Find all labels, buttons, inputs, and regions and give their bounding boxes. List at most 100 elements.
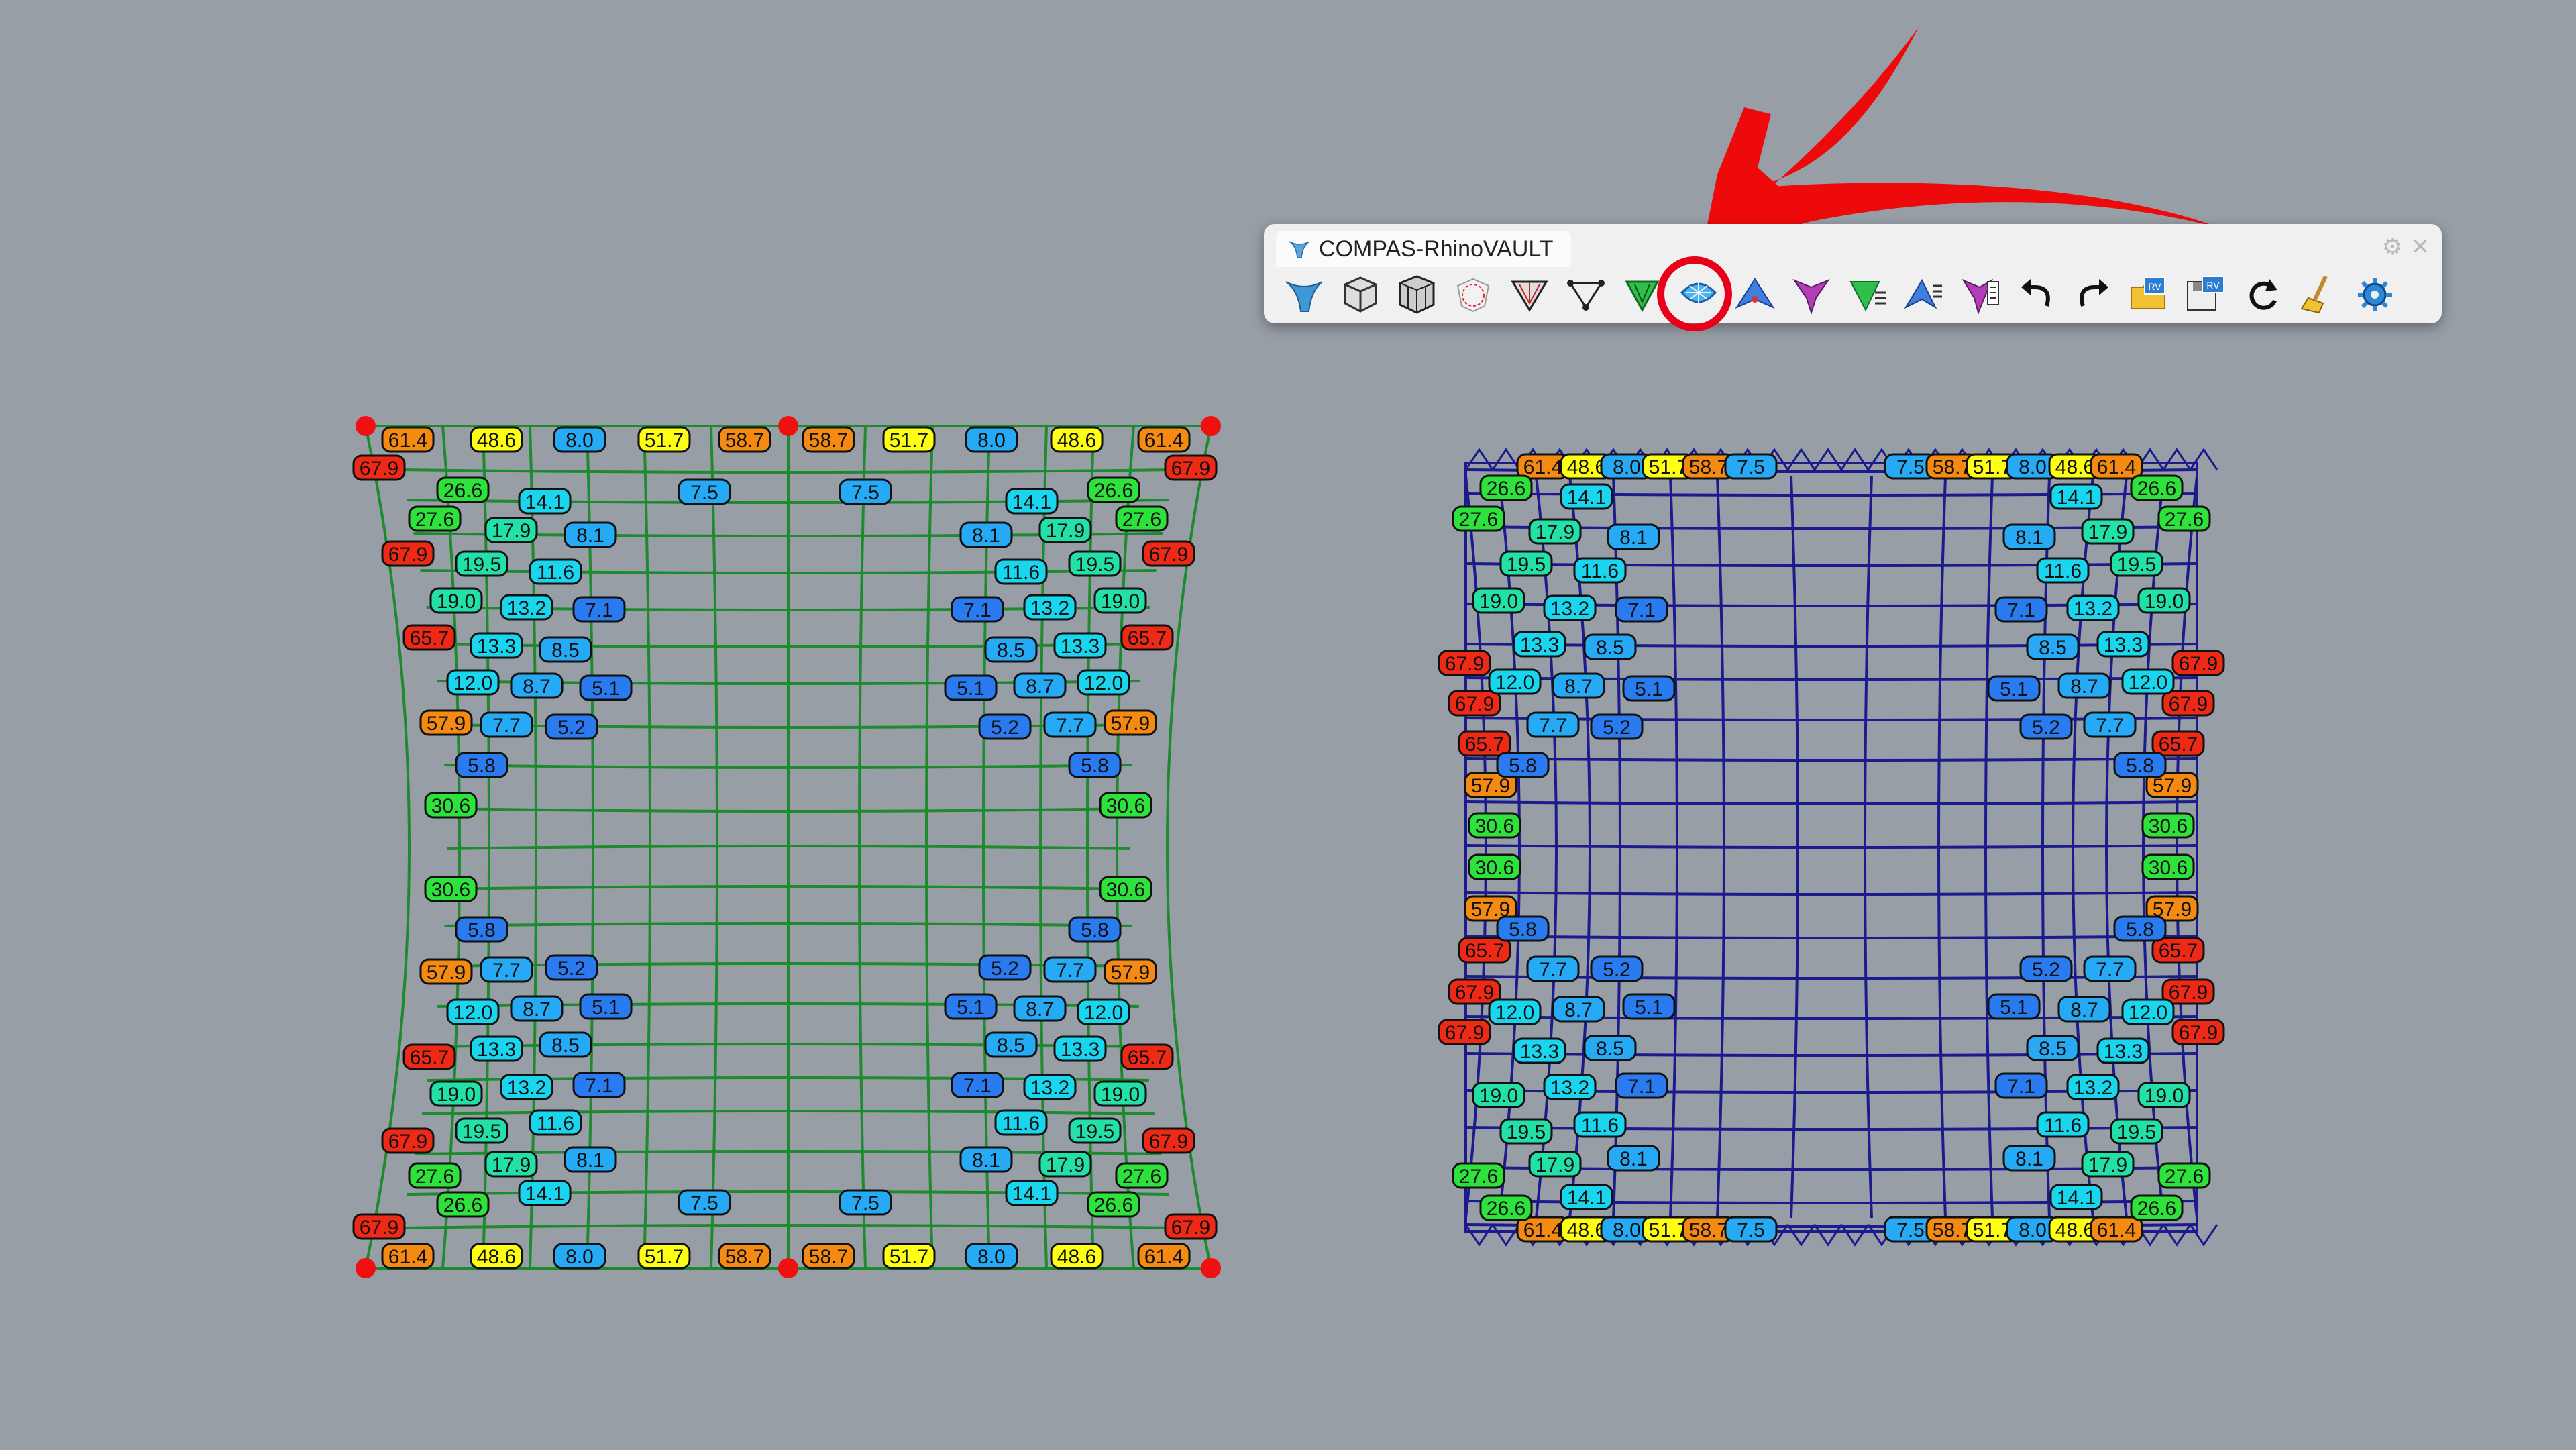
force-badge: 17.9 [484, 517, 538, 543]
force-badge: 7.7 [2083, 711, 2137, 738]
force-value: 27.6 [1459, 509, 1498, 531]
force-badge: 17.9 [2081, 1151, 2135, 1178]
force-badge: 67.9 [1448, 690, 1501, 717]
force-value: 8.5 [2039, 1038, 2067, 1060]
force-value: 8.1 [972, 525, 1000, 547]
settings-button[interactable] [2347, 270, 2403, 319]
force-value: 26.6 [443, 1194, 482, 1216]
force-value: 8.5 [1596, 637, 1624, 659]
pattern-from-surface-button[interactable] [1332, 270, 1389, 319]
rhino-viewport[interactable]: 61.4 48.6 8.0 51.7 58.7 58.7 51.7 8.0 48.6 61.461… [0, 0, 2576, 1450]
reload-button[interactable] [2234, 270, 2290, 319]
undo-button[interactable] [2008, 270, 2065, 319]
force-badge: 67.9 [381, 540, 435, 567]
force-value: 7.5 [690, 482, 718, 504]
highlight-circle [1657, 256, 1732, 331]
force-badge: 48.6 [1050, 426, 1104, 453]
force-value: 67.9 [1171, 458, 1210, 480]
pattern-box-icon [1399, 275, 1435, 314]
force-badge: 48.6 [1050, 1243, 1104, 1270]
force-value: 67.9 [2169, 693, 2208, 715]
force-value: 12.0 [453, 672, 492, 694]
force-badge: 8.7 [2057, 996, 2111, 1023]
close-icon[interactable]: ✕ [2408, 235, 2432, 259]
force-badge: 13.3 [470, 632, 523, 659]
force-value: 17.9 [1536, 1154, 1574, 1176]
thrust-edge [2189, 1224, 2218, 1247]
clear-button[interactable] [2290, 270, 2347, 319]
thrust-edge [1464, 448, 1494, 470]
force-badge: 30.6 [2141, 812, 2195, 839]
force-badge: 7.1 [1994, 596, 2048, 623]
force-badge: 11.6 [529, 558, 582, 585]
supports-button[interactable] [1558, 270, 1614, 319]
modify-form-button[interactable] [1839, 270, 1896, 319]
thrust-edge [1786, 448, 1816, 470]
support-point [1201, 416, 1221, 436]
force-value: 17.9 [2088, 1154, 2127, 1176]
force-badge: 14.1 [1005, 1180, 1059, 1206]
open-button[interactable]: RV [2121, 270, 2178, 319]
gear-icon[interactable]: ⚙ [2380, 235, 2404, 259]
force-value: 13.2 [2074, 1077, 2112, 1099]
force-value: 7.1 [585, 599, 613, 621]
horizontal-equilibrium-button[interactable] [1727, 270, 1783, 319]
force-value: 58.7 [809, 1246, 848, 1268]
force-value: 57.9 [427, 713, 466, 735]
force-value: 14.1 [525, 491, 564, 513]
force-value: 61.4 [2097, 456, 2136, 478]
toolbar-buttons: RV RV [1276, 256, 2403, 331]
force-badge: 67.9 [1438, 1019, 1491, 1045]
force-badge: 26.6 [1087, 1191, 1140, 1218]
force-value: 13.2 [507, 1077, 546, 1099]
pattern-from-mesh-button[interactable] [1389, 270, 1445, 319]
force-badge: 8.1 [959, 521, 1013, 548]
force-badge: 19.0 [429, 1080, 483, 1107]
thrust-edge [1464, 1224, 1494, 1247]
force-value: 5.2 [991, 957, 1019, 980]
force-value: 26.6 [443, 480, 482, 502]
force-value: 17.9 [1536, 521, 1574, 543]
force-value: 5.1 [592, 996, 620, 1019]
redo-button[interactable] [2065, 270, 2121, 319]
rv-init-button[interactable] [1276, 270, 1332, 319]
force-value: 67.9 [1445, 1022, 1484, 1044]
force-value: 26.6 [1487, 478, 1525, 500]
force-value: 51.7 [1973, 1219, 2012, 1241]
force-badge: 8.7 [510, 672, 564, 699]
form-diagram-button[interactable] [1501, 270, 1558, 319]
boundaries-button[interactable] [1445, 270, 1501, 319]
force-badge: 7.7 [480, 956, 533, 983]
force-value: 5.1 [2000, 678, 2028, 701]
force-value: 7.5 [1737, 456, 1765, 478]
thrust-network-button[interactable] [1657, 256, 1732, 331]
force-value: 13.2 [1550, 598, 1589, 620]
modify-thrust-button[interactable] [1952, 270, 2008, 319]
force-badge: 67.9 [2171, 650, 2225, 676]
force-badge: 8.5 [539, 1031, 592, 1058]
modify-force-button[interactable] [1896, 270, 1952, 319]
force-badge: 5.8 [1496, 752, 1550, 778]
boundary-sphere-icon [1456, 278, 1490, 313]
force-value: 7.7 [2096, 959, 2124, 981]
save-button[interactable]: RV [2178, 270, 2234, 319]
toolbar-tab[interactable]: COMPAS-RhinoVAULT [1276, 231, 1571, 267]
force-badge: 65.7 [2151, 730, 2205, 757]
force-value: 12.0 [1084, 672, 1123, 694]
force-badge: 12.0 [2121, 668, 2175, 695]
force-badge: 14.1 [1560, 1184, 1613, 1210]
force-value: 14.1 [1012, 1183, 1051, 1205]
force-badge: 17.9 [2081, 518, 2135, 545]
force-badge: 58.7 [718, 426, 771, 453]
thrust-edge [2162, 448, 2192, 470]
force-badge: 67.9 [352, 454, 406, 481]
force-value: 13.3 [2104, 1041, 2143, 1063]
vertical-equilibrium-button[interactable] [1783, 270, 1839, 319]
force-badge: 8.0 [553, 1243, 606, 1270]
force-badge: 14.1 [518, 1180, 572, 1206]
redo-icon [2080, 279, 2108, 307]
force-value: 13.3 [477, 635, 516, 658]
force-badge: 7.7 [1043, 711, 1097, 738]
force-badge: 30.6 [424, 792, 478, 819]
force-value: 30.6 [1475, 815, 1514, 837]
